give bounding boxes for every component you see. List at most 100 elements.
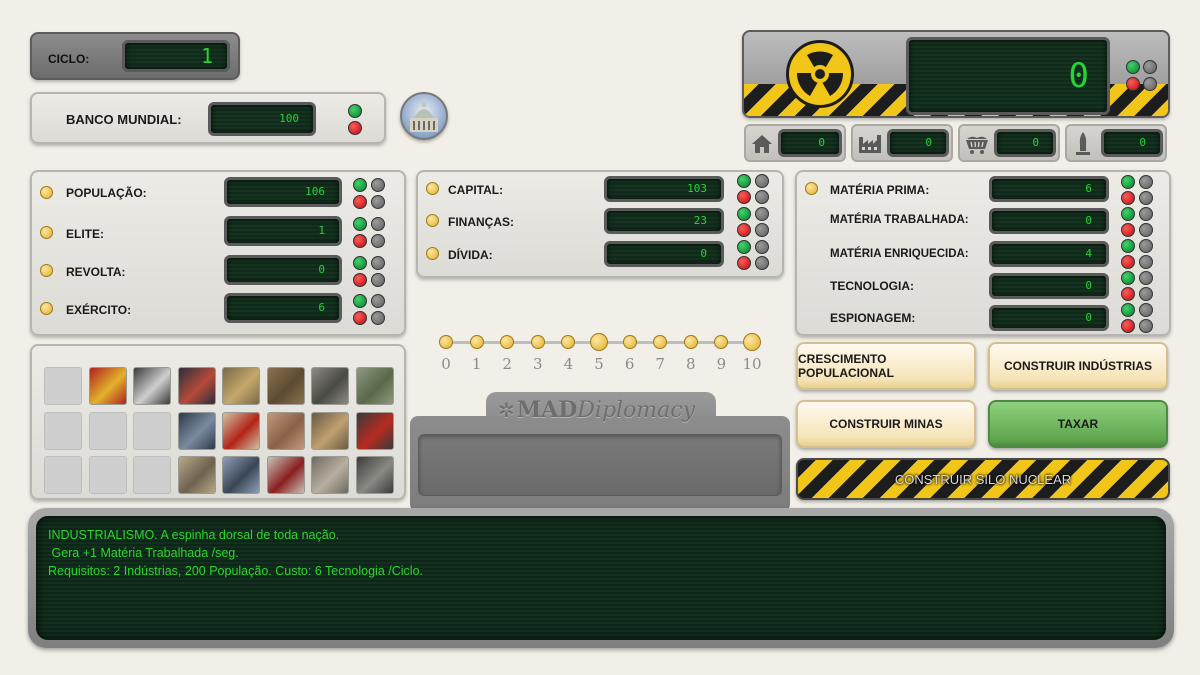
apple-books-card[interactable] — [222, 411, 260, 450]
resources-panel: MATÉRIA PRIMA: 6 MATÉRIA TRABALHADA: 0 M… — [795, 170, 1171, 336]
info-dot[interactable] — [40, 264, 53, 277]
debt-decrease-button[interactable] — [737, 256, 751, 270]
speed-slider[interactable]: 0 1 2 3 4 5 6 7 8 9 10 — [434, 330, 774, 380]
espionage-increase-button[interactable] — [1121, 303, 1135, 317]
raw-material-increase-button[interactable] — [1121, 175, 1135, 189]
info-dot[interactable] — [805, 182, 818, 195]
square-card[interactable] — [177, 456, 216, 494]
painting-2-card[interactable] — [266, 367, 305, 405]
tax-button[interactable]: TAXAR — [988, 400, 1168, 448]
ship-card[interactable] — [177, 411, 216, 450]
finances-increase-button[interactable] — [737, 207, 751, 221]
slider-stop[interactable] — [622, 335, 637, 349]
slider-stop[interactable] — [561, 335, 576, 349]
main-console: ✲ MAD Diplomacy — [410, 392, 790, 512]
espionage-decrease-button[interactable] — [1121, 319, 1135, 333]
slider-stop[interactable] — [683, 335, 698, 349]
forest-card[interactable] — [355, 367, 394, 405]
elite-indicator-2 — [371, 234, 385, 248]
nuclear-decrease-button[interactable] — [1126, 77, 1140, 91]
slider-tick-label: 0 — [441, 355, 451, 373]
nuclear-value: 0 — [1068, 56, 1089, 96]
build-industries-button[interactable]: CONSTRUIR INDÚSTRIAS — [988, 342, 1168, 390]
info-dot[interactable] — [40, 302, 53, 315]
raw-material-decrease-button[interactable] — [1121, 191, 1135, 205]
finances-display: 23 — [604, 208, 724, 234]
technology-increase-button[interactable] — [1121, 271, 1135, 285]
empty-card-slot — [44, 456, 82, 494]
world-bank-decrease-button[interactable] — [348, 121, 362, 135]
finances-value: 23 — [693, 214, 707, 227]
capital-decrease-button[interactable] — [737, 190, 751, 204]
slider-stop[interactable] — [590, 333, 608, 351]
painting-card[interactable] — [222, 367, 260, 405]
stock-chart-card[interactable] — [177, 367, 216, 405]
army-increase-button[interactable] — [353, 294, 367, 308]
bank-building-icon[interactable] — [400, 92, 448, 140]
world-bank-increase-button[interactable] — [348, 104, 362, 118]
slider-stop[interactable] — [439, 335, 453, 349]
logo-italic: Diplomacy — [577, 397, 696, 423]
capital-value: 103 — [687, 182, 707, 195]
technology-indicator-2 — [1139, 287, 1153, 301]
info-dot[interactable] — [40, 226, 53, 239]
info-dot[interactable] — [426, 182, 439, 195]
soldiers-card[interactable] — [266, 456, 305, 494]
technology-label: TECNOLOGIA: — [830, 279, 914, 293]
library-card[interactable] — [311, 411, 349, 450]
slider-stop[interactable] — [743, 333, 761, 351]
capital-increase-button[interactable] — [737, 174, 751, 188]
population-decrease-button[interactable] — [353, 195, 367, 209]
slider-stop[interactable] — [469, 335, 484, 349]
build-industries-label: CONSTRUIR INDÚSTRIAS — [1003, 359, 1152, 373]
cycle-value: 1 — [200, 44, 213, 68]
worked-material-increase-button[interactable] — [1121, 207, 1135, 221]
raw-material-display: 6 — [989, 176, 1109, 202]
city-rubble-card[interactable] — [311, 367, 349, 405]
empty-card-slot — [88, 456, 127, 494]
mines-value: 0 — [1032, 136, 1039, 149]
population-increase-button[interactable] — [353, 178, 367, 192]
slider-stop[interactable] — [530, 335, 545, 349]
hands-card[interactable] — [266, 411, 305, 450]
build-mines-button[interactable]: CONSTRUIR MINAS — [796, 400, 976, 448]
finances-decrease-button[interactable] — [737, 223, 751, 237]
silos-value: 0 — [1139, 136, 1146, 149]
house-icon — [750, 133, 774, 160]
soviet-card[interactable] — [88, 367, 127, 405]
raw-material-value: 6 — [1085, 182, 1092, 195]
gas-masks-card[interactable] — [355, 456, 394, 494]
slider-stop[interactable] — [500, 335, 515, 349]
nuclear-increase-button[interactable] — [1126, 60, 1140, 74]
mines-display: 0 — [994, 129, 1056, 157]
enriched-material-decrease-button[interactable] — [1121, 255, 1135, 269]
debt-value: 0 — [700, 247, 707, 260]
revolt-decrease-button[interactable] — [353, 273, 367, 287]
slider-stop[interactable] — [653, 335, 668, 349]
elite-decrease-button[interactable] — [353, 234, 367, 248]
enriched-material-increase-button[interactable] — [1121, 239, 1135, 253]
build-silo-button[interactable]: CONSTRUIR SILO NUCLEAR — [796, 458, 1170, 500]
debt-indicator-2 — [755, 256, 769, 270]
army-decrease-button[interactable] — [353, 311, 367, 325]
info-dot[interactable] — [426, 247, 439, 260]
robot-card[interactable] — [133, 367, 171, 405]
debt-increase-button[interactable] — [737, 240, 751, 254]
red-car-card[interactable] — [355, 411, 394, 450]
elite-increase-button[interactable] — [353, 217, 367, 231]
technology-decrease-button[interactable] — [1121, 287, 1135, 301]
population-growth-button[interactable]: CRESCIMENTO POPULACIONAL — [796, 342, 976, 390]
build-silo-label: CONSTRUIR SILO NUCLEAR — [894, 471, 1072, 487]
revolt-indicator-1 — [371, 256, 385, 270]
revolt-increase-button[interactable] — [353, 256, 367, 270]
slider-stop[interactable] — [714, 335, 729, 349]
info-dot[interactable] — [40, 186, 53, 199]
warship-card[interactable] — [222, 456, 260, 494]
houses-value: 0 — [818, 136, 825, 149]
worked-material-display: 0 — [989, 208, 1109, 234]
cycle-label: CICLO: — [48, 52, 90, 66]
missiles-card[interactable] — [311, 456, 349, 494]
slider-tick-label: 5 — [594, 355, 604, 373]
info-dot[interactable] — [426, 214, 439, 227]
worked-material-decrease-button[interactable] — [1121, 223, 1135, 237]
